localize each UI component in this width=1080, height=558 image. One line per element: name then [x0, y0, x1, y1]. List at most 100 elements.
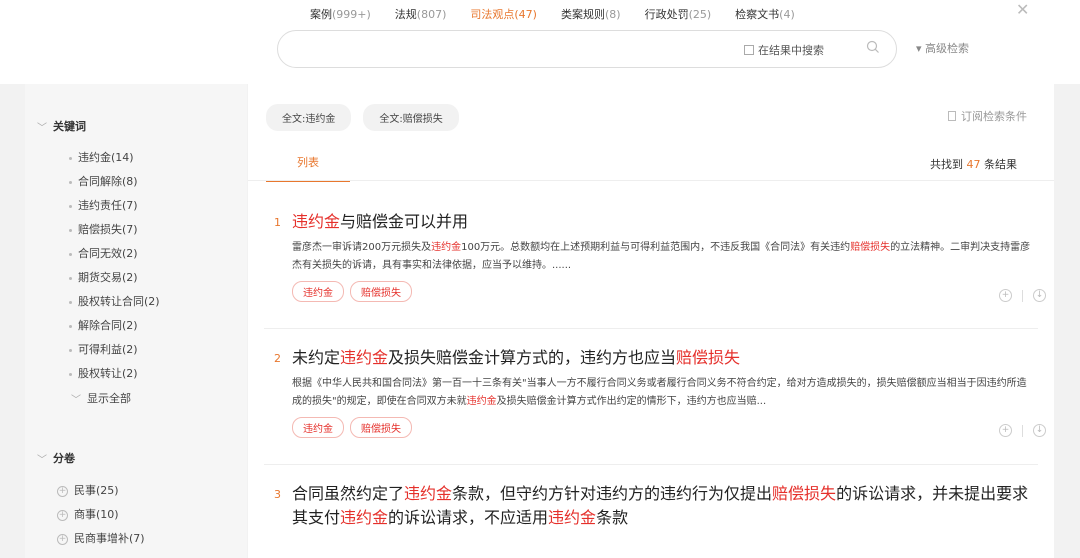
- result-tag[interactable]: 违约金: [292, 281, 344, 302]
- result-title[interactable]: 3 合同虽然约定了违约金条款，但守约方针对违约方的违约行为仅提出赔偿损失的诉讼请…: [274, 482, 1036, 530]
- text-segment: 雷彦杰一审诉请200万元损失及: [292, 242, 432, 253]
- sidebar-item-volume[interactable]: + 民事(25): [57, 479, 145, 503]
- result-tags: 违约金 赔偿损失: [292, 281, 1036, 302]
- show-all-keywords[interactable]: ﹀ 显示全部: [71, 390, 131, 406]
- result-title[interactable]: 1 违约金与赔偿金可以并用: [274, 210, 1036, 235]
- search-input[interactable]: [292, 39, 732, 59]
- sidebar-item-keyword[interactable]: 赔偿损失(7): [69, 218, 160, 242]
- highlight-term: 赔偿损失: [676, 348, 741, 367]
- text-segment: 与赔偿金可以并用: [340, 212, 469, 231]
- bullet-icon: [69, 372, 72, 376]
- tab-regulations[interactable]: 法规(807): [395, 6, 447, 32]
- highlight-term: 违约金: [340, 348, 389, 367]
- search-icon[interactable]: [866, 40, 880, 54]
- sidebar-item-keyword[interactable]: 合同解除(8): [69, 170, 160, 194]
- highlight-term: 违约金: [466, 396, 497, 407]
- highlight-term: 违约金: [548, 508, 597, 527]
- divider: [264, 328, 1038, 329]
- text-segment: 条款: [596, 508, 629, 527]
- top-bar: 案例(999+) 法规(807) 司法观点(47) 类案规则(8) 行政处罚(2…: [0, 0, 1080, 84]
- text-segment: 合同虽然约定了: [292, 484, 405, 503]
- divider: [1022, 289, 1023, 302]
- divider: [264, 464, 1038, 465]
- bullet-icon: [69, 324, 72, 328]
- result-tag[interactable]: 赔偿损失: [350, 417, 412, 438]
- result-tag[interactable]: 赔偿损失: [350, 281, 412, 302]
- download-icon[interactable]: ↓: [1033, 289, 1046, 302]
- divider: [248, 180, 1054, 181]
- sidebar-item-volume[interactable]: + 商事(10): [57, 503, 145, 527]
- sidebar-item-keyword[interactable]: 违约金(14): [69, 146, 160, 170]
- result-tag[interactable]: 违约金: [292, 417, 344, 438]
- expand-plus-icon[interactable]: +: [57, 533, 68, 545]
- search-in-results-toggle[interactable]: 在结果中搜索: [744, 42, 824, 58]
- highlight-term: 赔偿损失: [850, 242, 891, 253]
- bullet-icon: [69, 300, 72, 304]
- result-summary: 根据《中华人民共和国合同法》第一百一十三条有关"当事人一方不履行合同义务或者履行…: [292, 375, 1036, 411]
- keywords-section-title[interactable]: ﹀ 关键词: [37, 118, 86, 134]
- text-segment: 未约定: [292, 348, 341, 367]
- result-actions: + ↓: [999, 289, 1046, 302]
- chevron-down-icon: ﹀: [37, 454, 47, 466]
- volume-section-title[interactable]: ﹀ 分卷: [37, 450, 75, 466]
- sidebar-item-keyword[interactable]: 合同无效(2): [69, 242, 160, 266]
- result-title[interactable]: 2 未约定违约金及损失赔偿金计算方式的，违约方也应当赔偿损失: [274, 346, 1036, 371]
- bullet-icon: [69, 156, 72, 160]
- bullet-icon: [69, 348, 72, 352]
- bullet-icon: [69, 252, 72, 256]
- highlight-term: 违约金: [292, 212, 341, 231]
- bookmark-icon: [948, 111, 956, 121]
- tab-cases[interactable]: 案例(999+): [310, 6, 371, 32]
- add-icon[interactable]: +: [999, 424, 1012, 437]
- highlight-term: 赔偿损失: [772, 484, 837, 503]
- bullet-icon: [69, 180, 72, 184]
- filter-chip[interactable]: 全文:违约金: [266, 104, 352, 131]
- sidebar-item-volume[interactable]: + 民商事增补(7): [57, 527, 145, 551]
- divider: [1022, 424, 1023, 437]
- result-title-text[interactable]: 合同虽然约定了违约金条款，但守约方针对违约方的违约行为仅提出赔偿损失的诉讼请求，…: [292, 482, 1036, 530]
- sidebar-item-keyword[interactable]: 可得利益(2): [69, 338, 160, 362]
- result-actions: + ↓: [999, 424, 1046, 437]
- bullet-icon: [69, 276, 72, 280]
- advanced-search-link[interactable]: ▾ 高级检索: [916, 40, 969, 56]
- subscribe-search-button[interactable]: 订阅检索条件: [948, 108, 1027, 124]
- download-icon[interactable]: ↓: [1033, 424, 1046, 437]
- filter-chips: 全文:违约金 全文:赔偿损失: [266, 104, 459, 131]
- sidebar-item-keyword[interactable]: 解除合同(2): [69, 314, 160, 338]
- highlight-term: 违约金: [404, 484, 453, 503]
- category-tabs: 案例(999+) 法规(807) 司法观点(47) 类案规则(8) 行政处罚(2…: [310, 6, 795, 32]
- results-panel: 全文:违约金 全文:赔偿损失 订阅检索条件 列表 共找到 47 条结果 1 违约…: [248, 84, 1054, 558]
- tab-procuratorate-docs[interactable]: 检察文书(4): [735, 6, 795, 32]
- expand-plus-icon[interactable]: +: [57, 509, 68, 521]
- result-tags: 违约金 赔偿损失: [292, 417, 1036, 438]
- filter-chip[interactable]: 全文:赔偿损失: [363, 104, 459, 131]
- close-icon[interactable]: ✕: [1016, 0, 1029, 19]
- bullet-icon: [69, 204, 72, 208]
- tab-judicial-views[interactable]: 司法观点(47): [470, 6, 537, 32]
- highlight-term: 违约金: [431, 242, 462, 253]
- text-segment: 及损失赔偿金计算方式作出约定的情形下，违约方也应当赔...: [496, 396, 767, 407]
- result-item: 2 未约定违约金及损失赔偿金计算方式的，违约方也应当赔偿损失 根据《中华人民共和…: [274, 346, 1036, 438]
- expand-plus-icon[interactable]: +: [57, 485, 68, 497]
- tab-list[interactable]: 列表: [266, 154, 350, 182]
- result-item: 1 违约金与赔偿金可以并用 雷彦杰一审诉请200万元损失及违约金100万元。总数…: [274, 210, 1036, 302]
- text-segment: 100万元。总数额均在上述预期利益与可得利益范围内，不违反我国《合同法》有关违约: [461, 242, 851, 253]
- sidebar-item-keyword[interactable]: 股权转让(2): [69, 362, 160, 386]
- sidebar-item-keyword[interactable]: 违约责任(7): [69, 194, 160, 218]
- result-title-text[interactable]: 违约金与赔偿金可以并用: [292, 210, 468, 234]
- keyword-list: 违约金(14) 合同解除(8) 违约责任(7) 赔偿损失(7) 合同无效(2) …: [69, 146, 160, 386]
- search-box: 在结果中搜索: [277, 30, 897, 68]
- page-edge: [1054, 84, 1080, 558]
- sidebar-item-keyword[interactable]: 期货交易(2): [69, 266, 160, 290]
- sidebar-item-keyword[interactable]: 股权转让合同(2): [69, 290, 160, 314]
- chevron-down-icon: ﹀: [37, 122, 47, 134]
- bullet-icon: [69, 228, 72, 232]
- checkbox-icon[interactable]: [744, 45, 754, 55]
- tab-admin-penalties[interactable]: 行政处罚(25): [645, 6, 712, 32]
- tab-case-rules[interactable]: 类案规则(8): [561, 6, 621, 32]
- result-index: 2: [274, 352, 281, 365]
- result-title-text[interactable]: 未约定违约金及损失赔偿金计算方式的，违约方也应当赔偿损失: [292, 346, 740, 370]
- volume-list: + 民事(25) + 商事(10) + 民商事增补(7): [57, 479, 145, 551]
- result-count: 共找到 47 条结果: [930, 158, 1017, 171]
- add-icon[interactable]: +: [999, 289, 1012, 302]
